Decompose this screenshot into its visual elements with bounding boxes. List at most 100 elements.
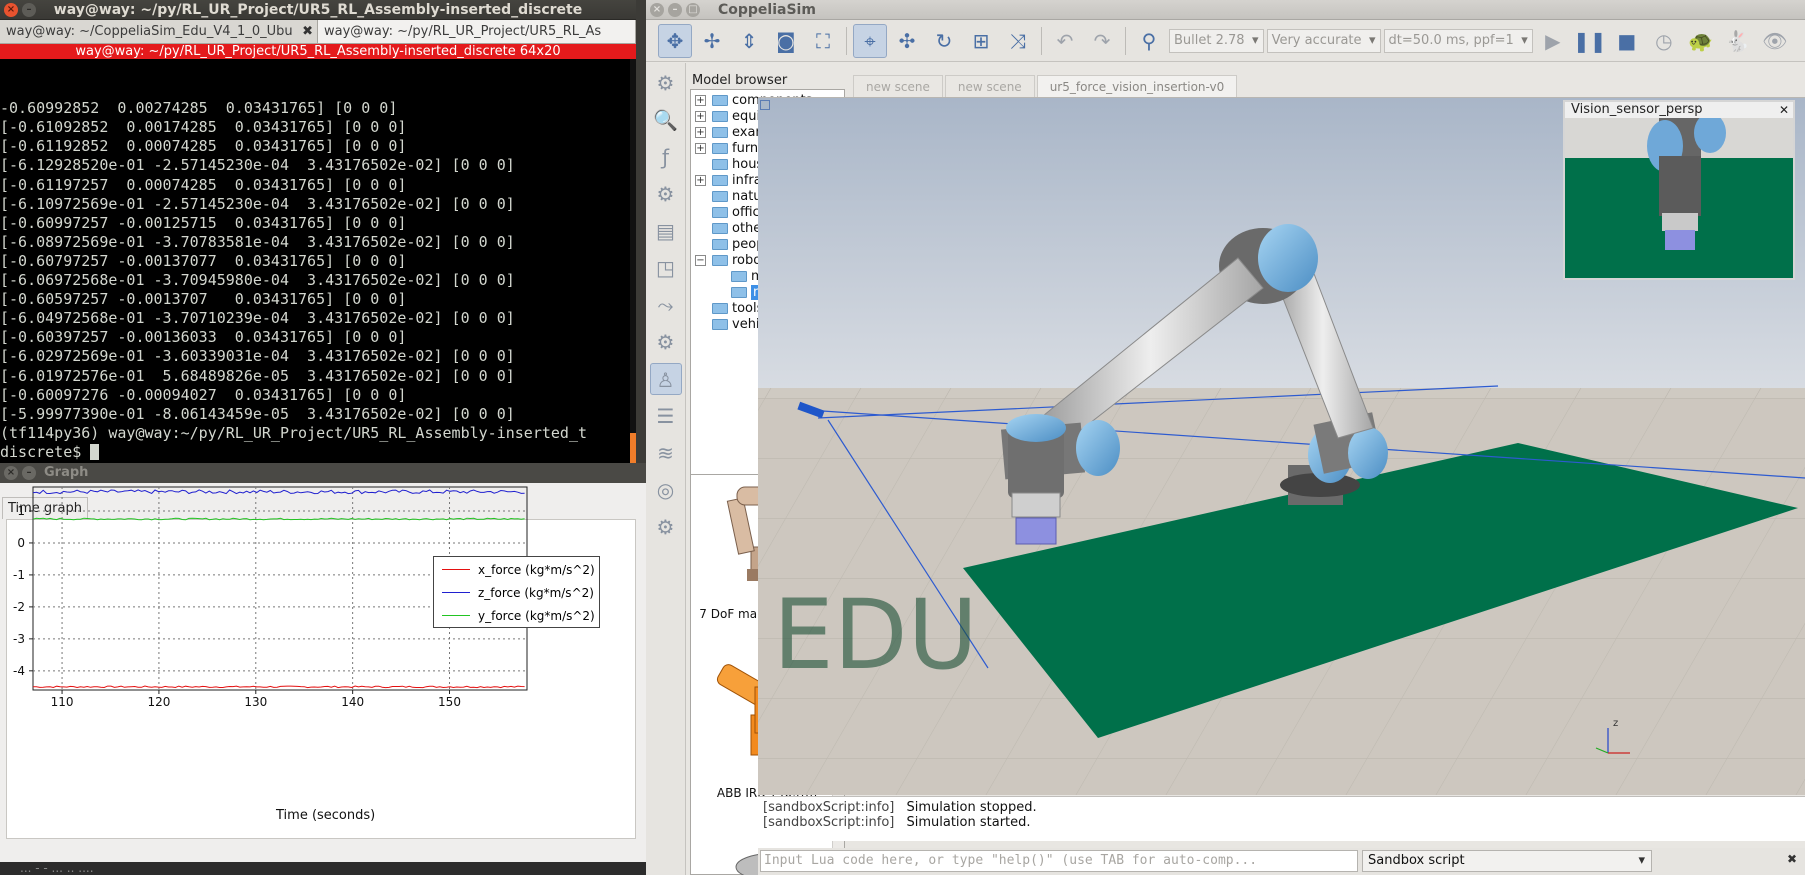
tab-scene-active[interactable]: ur5_force_vision_insertion-v0 — [1036, 75, 1238, 97]
script-select[interactable]: Sandbox script — [1362, 850, 1652, 872]
camera-shift-icon[interactable]: ⇕ — [732, 24, 766, 58]
terminal-output[interactable]: -0.60992852 0.00274285 0.03431765] [0 0 … — [0, 59, 636, 463]
function-icon[interactable]: ƒ — [650, 141, 682, 173]
folder-icon — [712, 206, 728, 218]
expand-icon[interactable]: + — [695, 174, 706, 186]
camera-angle-icon[interactable]: ◙ — [769, 24, 803, 58]
accuracy-select[interactable]: Very accurate — [1266, 28, 1381, 53]
shapes-icon[interactable]: ◳ — [650, 252, 682, 284]
calculation-modules-icon[interactable]: 🔍 — [650, 104, 682, 136]
play-icon[interactable]: ▶ — [1536, 24, 1570, 58]
undo-icon[interactable]: ↶ — [1048, 24, 1082, 58]
main-toolbar: ✥ ✢ ⇕ ◙ ⛶ ⌖ ✣ ↻ ⊞ ⤨ ↶ ↷ ⚲ Bullet 2.78 Ve… — [646, 20, 1805, 62]
model-browser-icon[interactable]: ♙ — [649, 363, 682, 395]
legend-label: x_force (kg*m/s^2) — [478, 562, 595, 577]
fit-to-view-icon[interactable]: ⛶ — [806, 24, 840, 58]
tab-scene-1[interactable]: new scene — [853, 75, 943, 97]
realtime-icon[interactable]: ◷ — [1647, 24, 1681, 58]
console-line: [sandboxScript:info] Simulation started. — [763, 815, 1800, 830]
minimize-icon[interactable]: – — [22, 3, 36, 17]
terminal-line: (tf114py36) way@way:~/py/RL_UR_Project/U… — [0, 423, 587, 442]
collapse-icon[interactable]: − — [695, 254, 706, 266]
vision-sensor-titlebar[interactable]: Vision_sensor_persp ✕ — [1565, 102, 1793, 118]
console-tag: [sandboxScript:info] — [763, 800, 895, 815]
folder-icon — [731, 270, 747, 282]
lua-command-input[interactable]: Input Lua code here, or type "help()" (u… — [760, 850, 1358, 872]
terminal-line: [-0.61197257 0.00074285 0.03431765] [0 0… — [0, 175, 407, 194]
viewport-corner-icon[interactable] — [760, 100, 770, 110]
user-settings-icon[interactable]: ⚙ — [650, 511, 682, 543]
object-shift-icon[interactable]: ✣ — [890, 24, 924, 58]
terminal-scrollbar[interactable] — [630, 59, 636, 463]
terminal-subtitle: way@way: ~/py/RL_UR_Project/UR5_RL_Assem… — [0, 44, 636, 59]
coppeliasim-window-title: CoppeliaSim — [718, 2, 816, 18]
vision-sensor-image — [1565, 113, 1793, 278]
terminal-tab-2[interactable]: way@way: ~/py/RL_UR_Project/UR5_RL_As — [318, 20, 636, 43]
x-axis-label: Time (seconds) — [276, 808, 376, 823]
model-browser-title: Model browser — [692, 73, 788, 88]
y-tick-label: 1 — [17, 504, 25, 518]
minimize-icon[interactable]: – — [668, 3, 682, 17]
y-tick-label: -2 — [13, 600, 25, 614]
x-tick-label: 130 — [244, 695, 267, 709]
terminal-tab-1[interactable]: way@way: ~/CoppeliaSim_Edu_V4_1_0_Ubu ✖ — [0, 20, 318, 43]
object-rotate-icon[interactable]: ↻ — [927, 24, 961, 58]
tab-scene-2[interactable]: new scene — [944, 75, 1035, 97]
terminal-window-title: way@way: ~/py/RL_UR_Project/UR5_RL_Assem… — [53, 2, 583, 18]
status-console: [sandboxScript:info] Simulation stopped.… — [758, 796, 1805, 841]
terminal-line: [-6.12928520e-01 -2.57145230e-04 3.43176… — [0, 156, 515, 175]
slower-icon[interactable]: 🐢 — [1684, 24, 1718, 58]
series-line-2 — [32, 517, 525, 521]
x-tick-label: 150 — [438, 695, 461, 709]
close-icon[interactable]: ✖ — [1787, 852, 1797, 866]
maximize-icon[interactable]: □ — [686, 3, 700, 17]
physics-engine-select[interactable]: Bullet 2.78 — [1169, 28, 1264, 53]
terminal-titlebar[interactable]: × – way@way: ~/py/RL_UR_Project/UR5_RL_A… — [0, 0, 636, 20]
timestep-select[interactable]: dt=50.0 ms, ppf=1 — [1383, 28, 1533, 53]
expand-icon[interactable]: + — [695, 126, 706, 138]
folder-icon — [712, 238, 728, 250]
expand-icon[interactable]: + — [695, 94, 706, 106]
folder-icon — [712, 126, 728, 138]
paths-icon[interactable]: ⤳ — [650, 289, 682, 321]
click-select-icon[interactable]: ⌖ — [853, 23, 887, 58]
terminal-tab-label: way@way: ~/py/RL_UR_Project/UR5_RL_As — [324, 24, 602, 39]
terminal-line: [-0.60097276 -0.00094027 0.03431765] [0 … — [0, 385, 407, 404]
legend-item: x_force (kg*m/s^2) — [434, 559, 599, 580]
collections-icon[interactable]: ⚙ — [650, 178, 682, 210]
simulation-settings-icon[interactable]: ⚙ — [650, 67, 682, 99]
video-recorder-icon[interactable]: ◎ — [650, 474, 682, 506]
redo-icon[interactable]: ↷ — [1085, 24, 1119, 58]
assemble-icon[interactable]: ⊞ — [964, 24, 998, 58]
dynamics-toggle-icon[interactable]: ⚲ — [1132, 24, 1166, 58]
y-tick-label: 0 — [17, 536, 25, 550]
terminal-line: [-6.06972568e-01 -3.70945980e-04 3.43176… — [0, 271, 515, 290]
scene-hierarchy-icon[interactable]: ☰ — [650, 400, 682, 432]
close-tab-icon[interactable]: ✖ — [302, 20, 313, 43]
layers-icon[interactable]: ≋ — [650, 437, 682, 469]
coppeliasim-titlebar[interactable]: × – □ CoppeliaSim — [646, 0, 1805, 20]
stop-icon[interactable]: ■ — [1610, 24, 1644, 58]
visualization-toggle-icon[interactable]: 👁 — [1758, 24, 1792, 58]
terminal-line: [-0.60397257 -0.00136033 0.03431765] [0 … — [0, 328, 407, 347]
scripts-icon[interactable]: ▤ — [650, 215, 682, 247]
expand-icon[interactable]: + — [695, 110, 706, 122]
folder-icon — [712, 142, 728, 154]
close-icon[interactable]: × — [4, 3, 18, 17]
folder-icon — [712, 174, 728, 186]
vision-sensor-view[interactable]: Vision_sensor_persp ✕ — [1563, 100, 1795, 280]
selection-icon[interactable]: ⚙ — [650, 326, 682, 358]
terminal-line: [-0.60797257 -0.00137077 0.03431765] [0 … — [0, 251, 407, 270]
legend-swatch — [442, 592, 470, 593]
expand-icon[interactable]: + — [695, 142, 706, 154]
legend-label: y_force (kg*m/s^2) — [478, 608, 595, 623]
legend-swatch — [442, 569, 470, 570]
camera-pan-icon[interactable]: ✥ — [658, 23, 692, 58]
camera-rotate-icon[interactable]: ✢ — [695, 24, 729, 58]
terminal-line: [-6.02972569e-01 -3.60339031e-04 3.43176… — [0, 347, 515, 366]
close-icon[interactable]: × — [650, 3, 664, 17]
close-icon[interactable]: ✕ — [1779, 102, 1789, 118]
faster-icon[interactable]: 🐇 — [1721, 24, 1755, 58]
pause-icon[interactable]: ❚❚ — [1573, 24, 1607, 58]
transfer-dna-icon[interactable]: ⤨ — [1001, 24, 1035, 58]
